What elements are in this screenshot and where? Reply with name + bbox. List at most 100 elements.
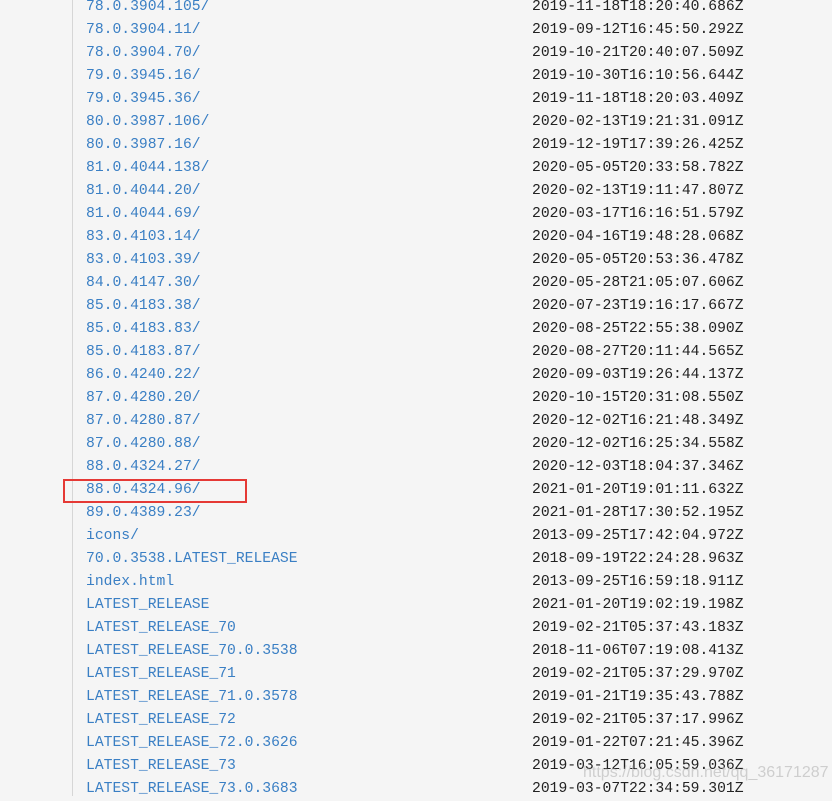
file-link[interactable]: 87.0.4280.87/ [86, 410, 201, 433]
file-link[interactable]: 89.0.4389.23/ [86, 502, 201, 525]
list-item: 83.0.4103.39/2020-05-05T20:53:36.478Z [0, 249, 832, 272]
list-item: 80.0.3987.16/2019-12-19T17:39:26.425Z [0, 134, 832, 157]
modified-date: 2019-02-21T05:37:43.183Z [532, 620, 744, 636]
list-item: 85.0.4183.83/2020-08-25T22:55:38.090Z [0, 318, 832, 341]
file-link[interactable]: 81.0.4044.69/ [86, 203, 201, 226]
modified-date: 2019-11-18T18:20:03.409Z [532, 91, 744, 107]
list-item: LATEST_RELEASE_70 2019-02-21T05:37:43.183… [0, 617, 832, 640]
file-link[interactable]: LATEST_RELEASE_73.0.3683 [86, 778, 298, 801]
file-link[interactable]: LATEST_RELEASE_71 [86, 663, 236, 686]
modified-date: 2020-04-16T19:48:28.068Z [532, 229, 744, 245]
file-link[interactable]: LATEST_RELEASE [86, 594, 209, 617]
file-link[interactable]: LATEST_RELEASE_72.0.3626 [86, 732, 298, 755]
list-item: LATEST_RELEASE_71.0.3578 2019-01-21T19:35… [0, 686, 832, 709]
list-item: icons/2013-09-25T17:42:04.972Z [0, 525, 832, 548]
list-item: 88.0.4324.27/2020-12-03T18:04:37.346Z [0, 456, 832, 479]
list-item: 78.0.3904.105/2019-11-18T18:20:40.686Z [0, 0, 832, 19]
list-item: 87.0.4280.20/2020-10-15T20:31:08.550Z [0, 387, 832, 410]
file-link[interactable]: 81.0.4044.20/ [86, 180, 201, 203]
list-item: index.html 2013-09-25T16:59:18.911Z [0, 571, 832, 594]
list-item: 87.0.4280.88/2020-12-02T16:25:34.558Z [0, 433, 832, 456]
modified-date: 2013-09-25T17:42:04.972Z [532, 528, 744, 544]
modified-date: 2021-01-20T19:01:11.632Z [532, 482, 744, 498]
list-item: LATEST_RELEASE_70.0.3538 2018-11-06T07:19… [0, 640, 832, 663]
modified-date: 2020-08-27T20:11:44.565Z [532, 344, 744, 360]
modified-date: 2019-11-18T18:20:40.686Z [532, 0, 744, 15]
list-item: LATEST_RELEASE_72.0.3626 2019-01-22T07:21… [0, 732, 832, 755]
list-item: 79.0.3945.16/2019-10-30T16:10:56.644Z [0, 65, 832, 88]
modified-date: 2018-11-06T07:19:08.413Z [532, 643, 744, 659]
file-link[interactable]: LATEST_RELEASE_70 [86, 617, 236, 640]
watermark: https://blog.csdn.net/qq_36171287 [583, 764, 829, 781]
list-item: 78.0.3904.11/2019-09-12T16:45:50.292Z [0, 19, 832, 42]
list-item: 81.0.4044.138/2020-05-05T20:33:58.782Z [0, 157, 832, 180]
modified-date: 2019-12-19T17:39:26.425Z [532, 137, 744, 153]
list-item: 78.0.3904.70/2019-10-21T20:40:07.509Z [0, 42, 832, 65]
file-link[interactable]: 83.0.4103.39/ [86, 249, 201, 272]
modified-date: 2019-02-21T05:37:29.970Z [532, 666, 744, 682]
list-item: 85.0.4183.87/2020-08-27T20:11:44.565Z [0, 341, 832, 364]
modified-date: 2020-08-25T22:55:38.090Z [532, 321, 744, 337]
modified-date: 2020-02-13T19:21:31.091Z [532, 114, 744, 130]
file-link[interactable]: 84.0.4147.30/ [86, 272, 201, 295]
modified-date: 2019-01-21T19:35:43.788Z [532, 689, 744, 705]
list-item: 81.0.4044.69/2020-03-17T16:16:51.579Z [0, 203, 832, 226]
file-link[interactable]: LATEST_RELEASE_73 [86, 755, 236, 778]
file-link[interactable]: 85.0.4183.83/ [86, 318, 201, 341]
modified-date: 2021-01-28T17:30:52.195Z [532, 505, 744, 521]
modified-date: 2018-09-19T22:24:28.963Z [532, 551, 744, 567]
file-link[interactable]: 80.0.3987.106/ [86, 111, 209, 134]
modified-date: 2020-12-02T16:21:48.349Z [532, 413, 744, 429]
modified-date: 2020-12-03T18:04:37.346Z [532, 459, 744, 475]
highlight-box [63, 479, 247, 503]
list-item: 86.0.4240.22/2020-09-03T19:26:44.137Z [0, 364, 832, 387]
file-link[interactable]: 78.0.3904.11/ [86, 19, 201, 42]
list-item: 89.0.4389.23/2021-01-28T17:30:52.195Z [0, 502, 832, 525]
modified-date: 2020-03-17T16:16:51.579Z [532, 206, 744, 222]
file-link[interactable]: LATEST_RELEASE_70.0.3538 [86, 640, 298, 663]
list-item: LATEST_RELEASE_71 2019-02-21T05:37:29.970… [0, 663, 832, 686]
file-link[interactable]: 78.0.3904.70/ [86, 42, 201, 65]
file-link[interactable]: 87.0.4280.20/ [86, 387, 201, 410]
modified-date: 2019-01-22T07:21:45.396Z [532, 735, 744, 751]
list-item: 83.0.4103.14/2020-04-16T19:48:28.068Z [0, 226, 832, 249]
file-link[interactable]: 81.0.4044.138/ [86, 157, 209, 180]
file-link[interactable]: icons/ [86, 525, 139, 548]
list-item: 87.0.4280.87/2020-12-02T16:21:48.349Z [0, 410, 832, 433]
list-item: LATEST_RELEASE 2021-01-20T19:02:19.198Z [0, 594, 832, 617]
file-link[interactable]: 80.0.3987.16/ [86, 134, 201, 157]
modified-date: 2020-05-05T20:53:36.478Z [532, 252, 744, 268]
modified-date: 2020-09-03T19:26:44.137Z [532, 367, 744, 383]
modified-date: 2019-09-12T16:45:50.292Z [532, 22, 744, 38]
file-link[interactable]: 88.0.4324.27/ [86, 456, 201, 479]
modified-date: 2020-10-15T20:31:08.550Z [532, 390, 744, 406]
modified-date: 2019-02-21T05:37:17.996Z [532, 712, 744, 728]
modified-date: 2020-02-13T19:11:47.807Z [532, 183, 744, 199]
file-link[interactable]: LATEST_RELEASE_71.0.3578 [86, 686, 298, 709]
list-item: LATEST_RELEASE_72 2019-02-21T05:37:17.996… [0, 709, 832, 732]
file-listing: 78.0.3904.105/2019-11-18T18:20:40.686Z 78… [0, 0, 832, 801]
modified-date: 2020-07-23T19:16:17.667Z [532, 298, 744, 314]
modified-date: 2020-12-02T16:25:34.558Z [532, 436, 744, 452]
file-link[interactable]: 83.0.4103.14/ [86, 226, 201, 249]
file-link[interactable]: LATEST_RELEASE_72 [86, 709, 236, 732]
list-item: 85.0.4183.38/2020-07-23T19:16:17.667Z [0, 295, 832, 318]
file-link[interactable]: 78.0.3904.105/ [86, 0, 209, 19]
modified-date: 2013-09-25T16:59:18.911Z [532, 574, 744, 590]
modified-date: 2020-05-28T21:05:07.606Z [532, 275, 744, 291]
list-item: 84.0.4147.30/2020-05-28T21:05:07.606Z [0, 272, 832, 295]
list-item: 80.0.3987.106/2020-02-13T19:21:31.091Z [0, 111, 832, 134]
list-item: 81.0.4044.20/2020-02-13T19:11:47.807Z [0, 180, 832, 203]
file-link[interactable]: 87.0.4280.88/ [86, 433, 201, 456]
file-link[interactable]: 86.0.4240.22/ [86, 364, 201, 387]
file-link[interactable]: 79.0.3945.36/ [86, 88, 201, 111]
modified-date: 2019-10-30T16:10:56.644Z [532, 68, 744, 84]
file-link[interactable]: 85.0.4183.38/ [86, 295, 201, 318]
file-link[interactable]: index.html [86, 571, 174, 594]
list-item: 70.0.3538.LATEST_RELEASE 2018-09-19T22:24… [0, 548, 832, 571]
modified-date: 2021-01-20T19:02:19.198Z [532, 597, 744, 613]
file-link[interactable]: 85.0.4183.87/ [86, 341, 201, 364]
file-link[interactable]: 79.0.3945.16/ [86, 65, 201, 88]
file-link[interactable]: 70.0.3538.LATEST_RELEASE [86, 548, 298, 571]
modified-date: 2020-05-05T20:33:58.782Z [532, 160, 744, 176]
